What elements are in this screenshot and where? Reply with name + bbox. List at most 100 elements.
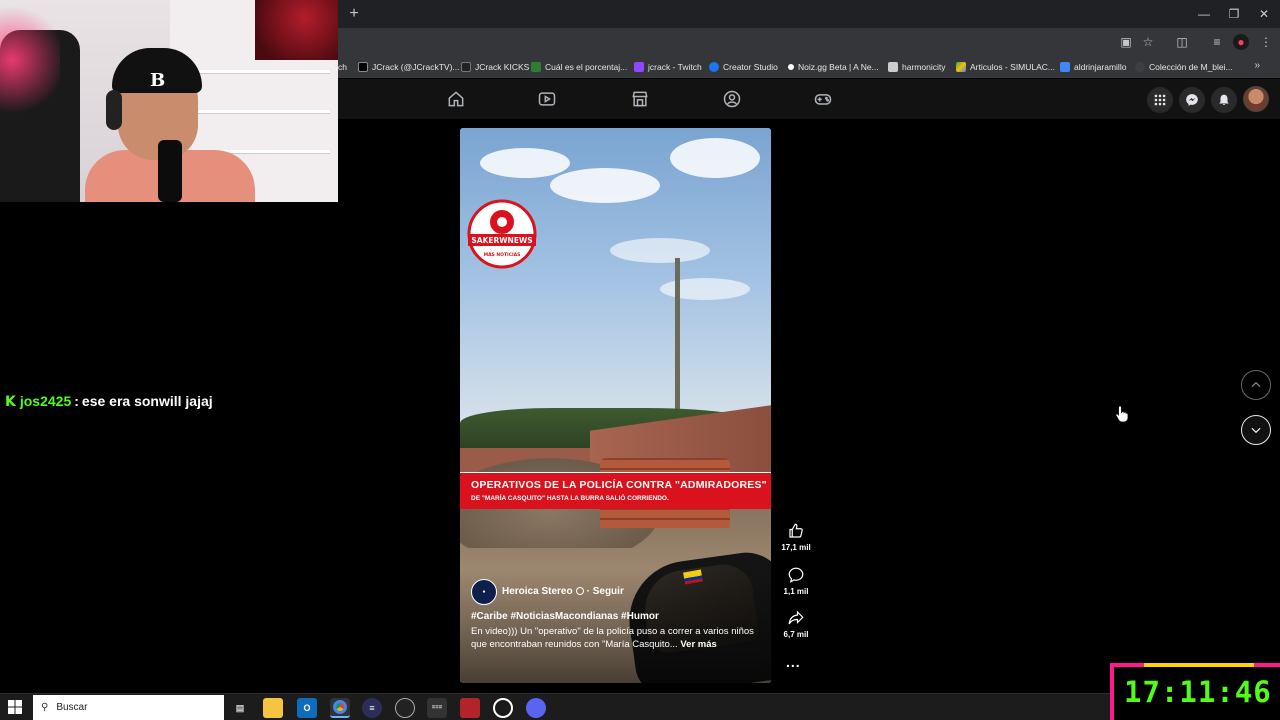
close-icon[interactable]: ✕ [1250, 4, 1278, 24]
taskbar-search[interactable]: ⚲ Buscar [33, 695, 224, 720]
notifications-bell-icon[interactable] [1211, 87, 1237, 113]
screen: + — ❐ ✕ ▣ ☆ ◫ ≡ ● ⋮ ch JCrack (@JCrackTV… [0, 0, 1280, 720]
gaming-icon[interactable] [813, 89, 833, 109]
install-app-icon[interactable]: ▣ [1118, 34, 1134, 50]
webcam-microphone [158, 140, 182, 202]
minimize-icon[interactable]: — [1190, 4, 1218, 24]
task-view-icon[interactable]: ▤ [230, 698, 250, 718]
webcam-shelf [180, 70, 330, 73]
noiz-favicon-icon [788, 64, 794, 70]
bookmark-star-icon[interactable]: ☆ [1140, 34, 1156, 50]
bookmark-item[interactable]: Noiz.gg Beta | A Ne... [788, 60, 879, 74]
app-icon[interactable] [460, 698, 480, 718]
page-name-link[interactable]: Heroica Stereo [502, 586, 573, 597]
file-explorer-icon[interactable] [263, 698, 283, 718]
page-info: Heroica Stereo · Seguir [502, 586, 624, 597]
bookmark-item[interactable]: Articulos - SIMULAC... [956, 60, 1055, 74]
bookmark-item[interactable]: ch [338, 60, 347, 74]
previous-reel-button[interactable] [1241, 370, 1271, 400]
bookmark-item[interactable]: aldrinjaramillo [1060, 60, 1126, 74]
next-reel-button[interactable] [1241, 415, 1271, 445]
like-count: 17,1 mil [781, 543, 811, 552]
google-drive-icon [956, 62, 966, 72]
profile-icon[interactable]: ● [1233, 34, 1249, 50]
post-hashtags[interactable]: #Caribe #NoticiasMacondianas #Humor [471, 611, 659, 622]
comment-icon [788, 567, 804, 583]
bookmark-item[interactable]: Creator Studio [709, 60, 778, 74]
clock-time: 17:11:46 [1124, 675, 1272, 709]
video-cloud [610, 238, 710, 263]
webcam-pink-light [0, 0, 60, 120]
outlook-icon[interactable]: O [297, 698, 317, 718]
post-caption: En video))) Un "operativo" de la policía… [471, 625, 766, 651]
x-logo-icon [358, 62, 368, 72]
obs-icon[interactable] [395, 698, 415, 718]
chat-text: ese era sonwill jajaj [81, 393, 213, 409]
site-favicon-icon [531, 62, 541, 72]
stream-clock-overlay: 17:11:46 [1110, 663, 1280, 720]
share-icon [788, 610, 804, 625]
account-avatar[interactable] [1243, 86, 1269, 112]
new-tab-button[interactable]: + [344, 4, 364, 24]
verified-icon [575, 587, 584, 595]
video-cloud [550, 168, 660, 203]
streamer-webcam: B [0, 0, 338, 202]
app-icon[interactable] [526, 698, 546, 718]
logo-text: SAKERWNEWS [471, 236, 532, 245]
follow-separator: · [586, 586, 590, 597]
follow-button[interactable]: Seguir [593, 586, 624, 597]
webcam-shelf [180, 110, 330, 113]
bookmark-item[interactable]: jcrack - Twitch [634, 60, 702, 74]
share-button[interactable]: 6,7 mil [776, 609, 816, 639]
bookmark-item[interactable]: Colección de M_blei... [1135, 60, 1233, 74]
menu-kebab-icon[interactable]: ⋮ [1258, 34, 1274, 50]
messenger-icon[interactable] [1179, 87, 1205, 113]
bookmark-item[interactable]: Cuál es el porcentaj... [531, 60, 627, 74]
marketplace-icon[interactable] [630, 89, 650, 109]
chrome-icon[interactable] [330, 698, 350, 718]
hand-cursor-icon [1115, 405, 1129, 423]
news-headline: OPERATIVOS DE LA POLICÍA CONTRA "ADMIRAD… [471, 479, 767, 491]
bookmark-item[interactable]: JCrack KICKS [461, 60, 529, 74]
windows-taskbar: ⚲ Buscar ▤ O ≡ === [0, 693, 1280, 720]
media-controls-icon[interactable]: ≡ [1209, 34, 1225, 50]
comment-count: 1,1 mil [783, 587, 809, 596]
bookmark-item[interactable]: JCrack (@JCrackTV)... [358, 60, 460, 74]
bookmark-item[interactable]: harmonicity [888, 60, 945, 74]
app-icon[interactable] [493, 698, 513, 718]
see-more-link[interactable]: Ver más [680, 639, 716, 650]
app-icon[interactable]: ≡ [362, 698, 382, 718]
video-cloud [660, 278, 750, 300]
app-icon[interactable]: === [427, 698, 447, 718]
reel-video[interactable]: SAKERWNEWS MÁS NOTICIAS OPERATIVOS DE LA… [460, 128, 771, 683]
twitch-logo-icon [634, 62, 644, 72]
like-button[interactable]: 17,1 mil [776, 522, 816, 552]
extensions-icon[interactable]: ◫ [1174, 34, 1190, 50]
site-favicon-icon [888, 62, 898, 72]
site-favicon-icon [1060, 62, 1070, 72]
sakerwnews-logo: SAKERWNEWS MÁS NOTICIAS [467, 199, 537, 269]
chat-separator: : [74, 393, 79, 409]
more-options-icon[interactable]: ... [786, 654, 801, 670]
facebook-logo-icon [709, 62, 719, 72]
video-cloud [670, 138, 760, 178]
bookmarks-overflow-icon[interactable]: » [1254, 60, 1260, 71]
chevron-up-icon [1251, 381, 1261, 388]
news-subheadline: DE "MARÍA CASQUITO" HASTA LA BURRA SALIÓ… [471, 495, 669, 502]
search-label: Buscar [56, 702, 88, 713]
video-cloud [480, 148, 570, 178]
menu-grid-icon[interactable] [1147, 87, 1173, 113]
chat-username: jos2425 [19, 393, 72, 409]
page-avatar[interactable]: ● [471, 579, 497, 605]
video-icon[interactable] [537, 89, 557, 109]
chevron-down-icon [1251, 427, 1261, 434]
restore-icon[interactable]: ❐ [1220, 4, 1248, 24]
home-icon[interactable] [446, 89, 466, 109]
kick-logo-icon [461, 62, 471, 72]
windows-start-icon[interactable] [8, 700, 22, 714]
news-lower-third: OPERATIVOS DE LA POLICÍA CONTRA "ADMIRAD… [460, 472, 771, 509]
chat-message: Kjos2425: ese era sonwill jajaj [5, 393, 213, 410]
site-favicon-icon [1135, 62, 1145, 72]
groups-icon[interactable] [722, 89, 742, 109]
comment-button[interactable]: 1,1 mil [776, 566, 816, 596]
